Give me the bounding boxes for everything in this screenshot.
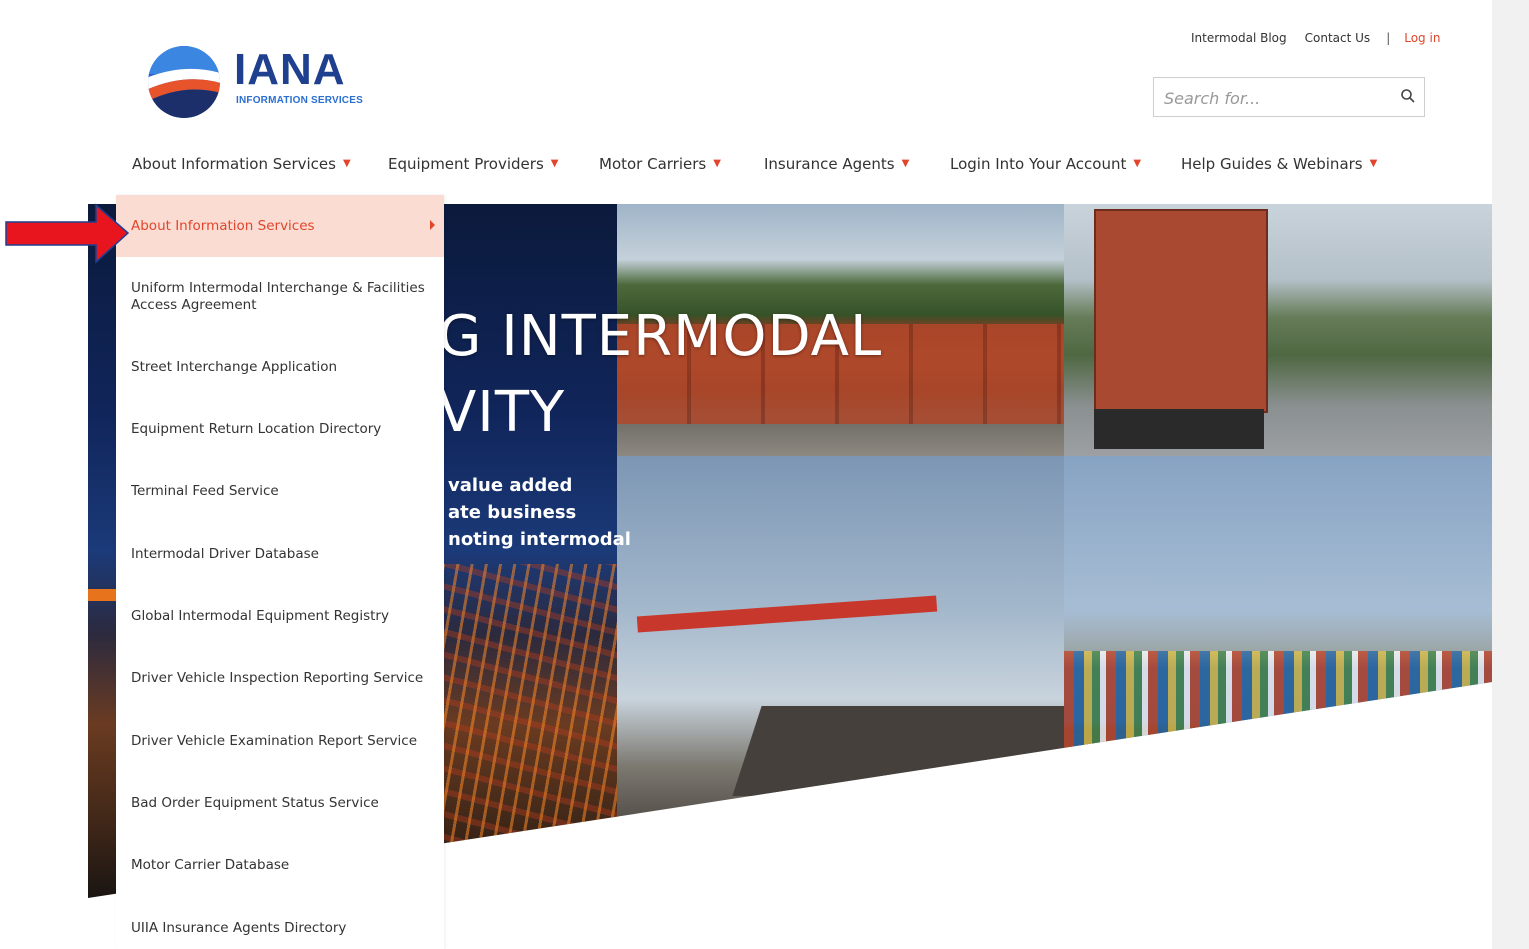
hero-paragraph-line: ate business [448,502,577,523]
hero-paragraph: value added ate business noting intermod… [448,472,631,553]
nav-label: Equipment Providers [388,155,544,173]
ship-photo [617,456,1064,898]
container-port-photo [1064,456,1492,898]
red-annotation-arrow-icon [5,203,130,264]
chevron-right-icon [430,220,435,230]
nav-insurance-agents[interactable]: Insurance Agents ▼ [764,155,950,173]
nav-label: Motor Carriers [599,155,707,173]
search-box [1153,77,1425,117]
dropdown-item-uiia[interactable]: Uniform Intermodal Interchange & Facilit… [116,280,444,314]
dropdown-item-dvir[interactable]: Driver Vehicle Inspection Reporting Serv… [116,670,444,687]
iana-logo[interactable]: IANA INFORMATION SERVICES [146,44,376,120]
caret-down-icon: ▼ [1133,157,1142,169]
truck-container [1094,209,1268,413]
hero-headline-line1: G INTERMODAL [438,304,883,369]
nav-label: Help Guides & Webinars [1181,155,1363,173]
link-separator: | [1386,31,1391,45]
caret-down-icon: ▼ [713,157,721,169]
hero-paragraph-line: noting intermodal [448,529,631,550]
dropdown-item-driver-database[interactable]: Intermodal Driver Database [116,546,444,563]
utility-links: Intermodal Blog Contact Us | Log in [1191,31,1440,45]
truck-photo [1064,204,1492,456]
logo-wordmark: IANA [234,45,346,94]
main-nav: About Information Services ▼ Equipment Pr… [132,155,1377,173]
scroll-strip [1492,0,1529,949]
caret-down-icon: ▼ [901,157,910,169]
dropdown-item-street-interchange[interactable]: Street Interchange Application [116,359,444,376]
nav-label: About Information Services [132,155,336,173]
caret-down-icon: ▼ [342,157,351,169]
search-input[interactable] [1162,87,1386,109]
hero-headline-line2: VITY [438,380,566,445]
nav-help-guides-webinars[interactable]: Help Guides & Webinars ▼ [1181,155,1377,173]
dropdown-item-motor-carrier-db[interactable]: Motor Carrier Database [116,857,444,874]
nav-login-into-your-account[interactable]: Login Into Your Account ▼ [950,155,1181,173]
nav-about-information-services[interactable]: About Information Services ▼ [132,155,388,173]
container-stacks [1064,651,1492,751]
dropdown-item-dver[interactable]: Driver Vehicle Examination Report Servic… [116,733,444,750]
intermodal-blog-link[interactable]: Intermodal Blog [1191,31,1287,45]
contact-us-link[interactable]: Contact Us [1305,31,1371,45]
search-icon[interactable] [1400,88,1416,104]
globe-logo-icon [148,46,220,118]
dropdown-item-bad-order[interactable]: Bad Order Equipment Status Service [116,795,444,812]
dropdown-item-equipment-return[interactable]: Equipment Return Location Directory [116,421,444,438]
crane-boom [636,595,938,633]
dropdown-item-label: About Information Services [131,218,315,234]
nav-label: Insurance Agents [764,155,895,173]
login-link[interactable]: Log in [1404,31,1440,45]
dropdown-item-about-information-services[interactable]: About Information Services [116,195,444,257]
caret-down-icon: ▼ [550,157,559,169]
about-dropdown-menu: About Information Services Uniform Inter… [116,195,444,949]
logo-subtitle: INFORMATION SERVICES [236,95,363,106]
hero-paragraph-line: value added [448,475,573,496]
port-lights [428,564,618,898]
caret-down-icon: ▼ [1369,157,1378,169]
truck-chassis [1094,409,1264,449]
dropdown-item-equipment-registry[interactable]: Global Intermodal Equipment Registry [116,608,444,625]
nav-label: Login Into Your Account [950,155,1127,173]
nav-motor-carriers[interactable]: Motor Carriers ▼ [599,155,764,173]
ship-hull [732,706,1064,796]
nav-equipment-providers[interactable]: Equipment Providers ▼ [388,155,599,173]
dropdown-item-terminal-feed[interactable]: Terminal Feed Service [116,483,444,500]
dropdown-item-insurance-agents[interactable]: UIIA Insurance Agents Directory [116,920,444,937]
